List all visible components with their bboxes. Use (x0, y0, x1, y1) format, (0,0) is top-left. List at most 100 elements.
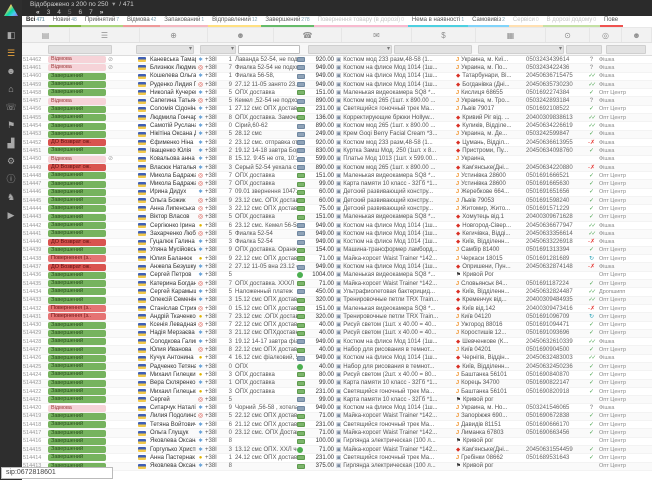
video-icon[interactable]: ▶ (3, 208, 19, 222)
call-status-icon[interactable]: ∗ (198, 239, 203, 245)
call-status-icon[interactable]: ◎ (198, 65, 203, 71)
call-status-icon[interactable]: ◎ (198, 98, 203, 104)
call-status-icon[interactable]: ∗ (198, 57, 203, 63)
page-size-dropdown[interactable]: ▾ (112, 1, 115, 8)
call-status-icon[interactable]: ∗ (198, 297, 203, 303)
call-status-icon[interactable]: ● (199, 314, 203, 320)
stats-icon[interactable]: ▟ (3, 136, 19, 150)
call-status-icon[interactable]: ◎ (198, 214, 203, 220)
send-icon[interactable]: ⚑ (3, 118, 19, 132)
column-money-icon[interactable]: $ (412, 28, 476, 42)
last-page-button[interactable]: » (100, 9, 104, 16)
tab-Запакований[interactable]: Запакований1 (160, 16, 208, 27)
page-button-5[interactable]: 5 (68, 9, 72, 16)
info-icon[interactable]: ⓘ (3, 172, 19, 186)
company-icon[interactable]: ⌂ (3, 82, 19, 96)
filter-product[interactable] (394, 45, 472, 54)
call-status-icon[interactable]: ● (199, 455, 203, 461)
call-status-icon[interactable]: ∗ (198, 447, 203, 453)
clients-icon[interactable]: ☻ (3, 64, 19, 78)
call-status-icon[interactable]: ∗ (198, 364, 203, 370)
tab-Сервіси[interactable]: Сервіси0 (509, 16, 543, 27)
column-basket-icon[interactable]: ▦ (476, 28, 546, 42)
column-manager-icon[interactable]: ☻ (622, 28, 652, 42)
column-location-icon[interactable]: ⊙ (546, 28, 590, 42)
call-status-icon[interactable]: ∗ (198, 106, 203, 112)
call-status-icon[interactable]: ● (199, 372, 203, 378)
page-button-4[interactable]: 4 (57, 9, 61, 16)
call-status-icon[interactable]: ∗ (198, 438, 203, 444)
call-status-icon[interactable]: ◎ (198, 413, 203, 419)
column-tracking-icon[interactable]: ◎ (590, 28, 622, 42)
call-status-icon[interactable]: ∗ (198, 380, 203, 386)
column-list-icon[interactable]: ☰ (70, 28, 140, 42)
call-status-icon[interactable]: ∗ (198, 430, 203, 436)
tab-Всі[interactable]: Всі471 (22, 16, 49, 27)
settings-icon[interactable]: ⚙ (3, 154, 19, 168)
call-status-icon[interactable]: ∗ (198, 339, 203, 345)
column-globe-icon[interactable]: ⊕ (140, 28, 208, 42)
page-button-6[interactable]: 6 (79, 9, 83, 16)
call-status-icon[interactable]: ◎ (198, 397, 203, 403)
call-status-icon[interactable]: ◎ (198, 173, 203, 179)
filter-call[interactable] (200, 45, 236, 54)
app-logo-icon[interactable] (4, 4, 18, 16)
call-status-icon[interactable]: ∗ (198, 189, 203, 195)
tab-Відмова[interactable]: Відмова42 (123, 16, 160, 27)
call-status-icon[interactable]: ◎ (198, 198, 203, 204)
column-people-icon[interactable]: ☻ (208, 28, 274, 42)
call-status-icon[interactable]: ∗ (198, 264, 203, 270)
tab-Повернення товару (в дорозі)[interactable]: Повернення товару (в дорозі)0 (314, 16, 408, 27)
column-phone-icon[interactable]: ☎ (274, 28, 342, 42)
call-status-icon[interactable]: ◎ (198, 347, 203, 353)
call-status-icon[interactable]: ◎ (198, 306, 203, 312)
games-icon[interactable]: ♞ (3, 190, 19, 204)
call-status-icon[interactable]: ∗ (198, 156, 203, 162)
tab-В дорозі додому[interactable]: В дорозі додому0 (543, 16, 600, 27)
tab-Новий[interactable]: Новий48 (49, 16, 81, 27)
dashboard-icon[interactable]: ◧ (3, 28, 19, 42)
promo-icon[interactable]: ☏ (3, 100, 19, 114)
page-button-7[interactable]: 7 (89, 9, 93, 16)
call-status-icon[interactable]: ◎ (198, 206, 203, 212)
filter-comment[interactable] (308, 45, 392, 54)
filter-source[interactable] (606, 45, 646, 54)
column-chat-icon[interactable]: ✉ (342, 28, 412, 42)
call-status-icon[interactable]: ∗ (198, 140, 203, 146)
call-status-icon[interactable]: ∗ (198, 247, 203, 253)
call-status-icon[interactable]: ∗ (198, 289, 203, 295)
page-button-3[interactable]: 3 (47, 9, 51, 16)
table-row[interactable]: 514413 Завершений Яковлева Оксана ∗ +38І… (22, 463, 652, 471)
tab-Прийнятий[interactable]: Прийнятий7 (81, 16, 123, 27)
call-status-icon[interactable]: ◎ (198, 82, 203, 88)
call-status-icon[interactable]: ∗ (198, 115, 203, 121)
call-status-icon[interactable]: ∗ (198, 148, 203, 154)
call-status-icon[interactable]: ● (199, 355, 203, 361)
call-status-icon[interactable]: ∗ (198, 405, 203, 411)
call-status-icon[interactable]: ◎ (198, 322, 203, 328)
filter-input[interactable] (238, 45, 300, 54)
tab-Відправлений[interactable]: Відправлений12 (208, 16, 261, 27)
call-status-icon[interactable]: ∗ (198, 131, 203, 137)
call-status-icon[interactable]: ∗ (198, 90, 203, 96)
filter-region[interactable] (478, 45, 564, 54)
call-status-icon[interactable]: ∗ (198, 330, 203, 336)
filter-country[interactable] (136, 45, 194, 54)
call-status-icon[interactable]: ● (199, 389, 203, 395)
filter-tracking[interactable] (566, 45, 602, 54)
filter-status[interactable] (48, 45, 112, 54)
call-status-icon[interactable]: ◎ (198, 181, 203, 187)
call-status-icon[interactable]: ◎ (198, 231, 203, 237)
call-status-icon[interactable]: ◎ (198, 281, 203, 287)
tab-Завершений[interactable]: Завершений278 (261, 16, 313, 27)
first-page-button[interactable]: « (36, 9, 40, 16)
tab-Самовивіз[interactable]: Самовивіз2 (468, 16, 509, 27)
tab-Нема в наявності[interactable]: Нема в наявності1 (408, 16, 468, 27)
tab-Пове[interactable]: Пове (600, 16, 623, 27)
call-status-icon[interactable]: ∗ (198, 422, 203, 428)
column-contact-card-icon[interactable]: ▤ (22, 28, 70, 42)
call-status-icon[interactable]: ● (199, 256, 203, 262)
orders-icon[interactable]: ☰ (3, 46, 19, 60)
call-status-icon[interactable]: ∗ (198, 165, 203, 171)
call-status-icon[interactable]: ∗ (198, 463, 203, 469)
